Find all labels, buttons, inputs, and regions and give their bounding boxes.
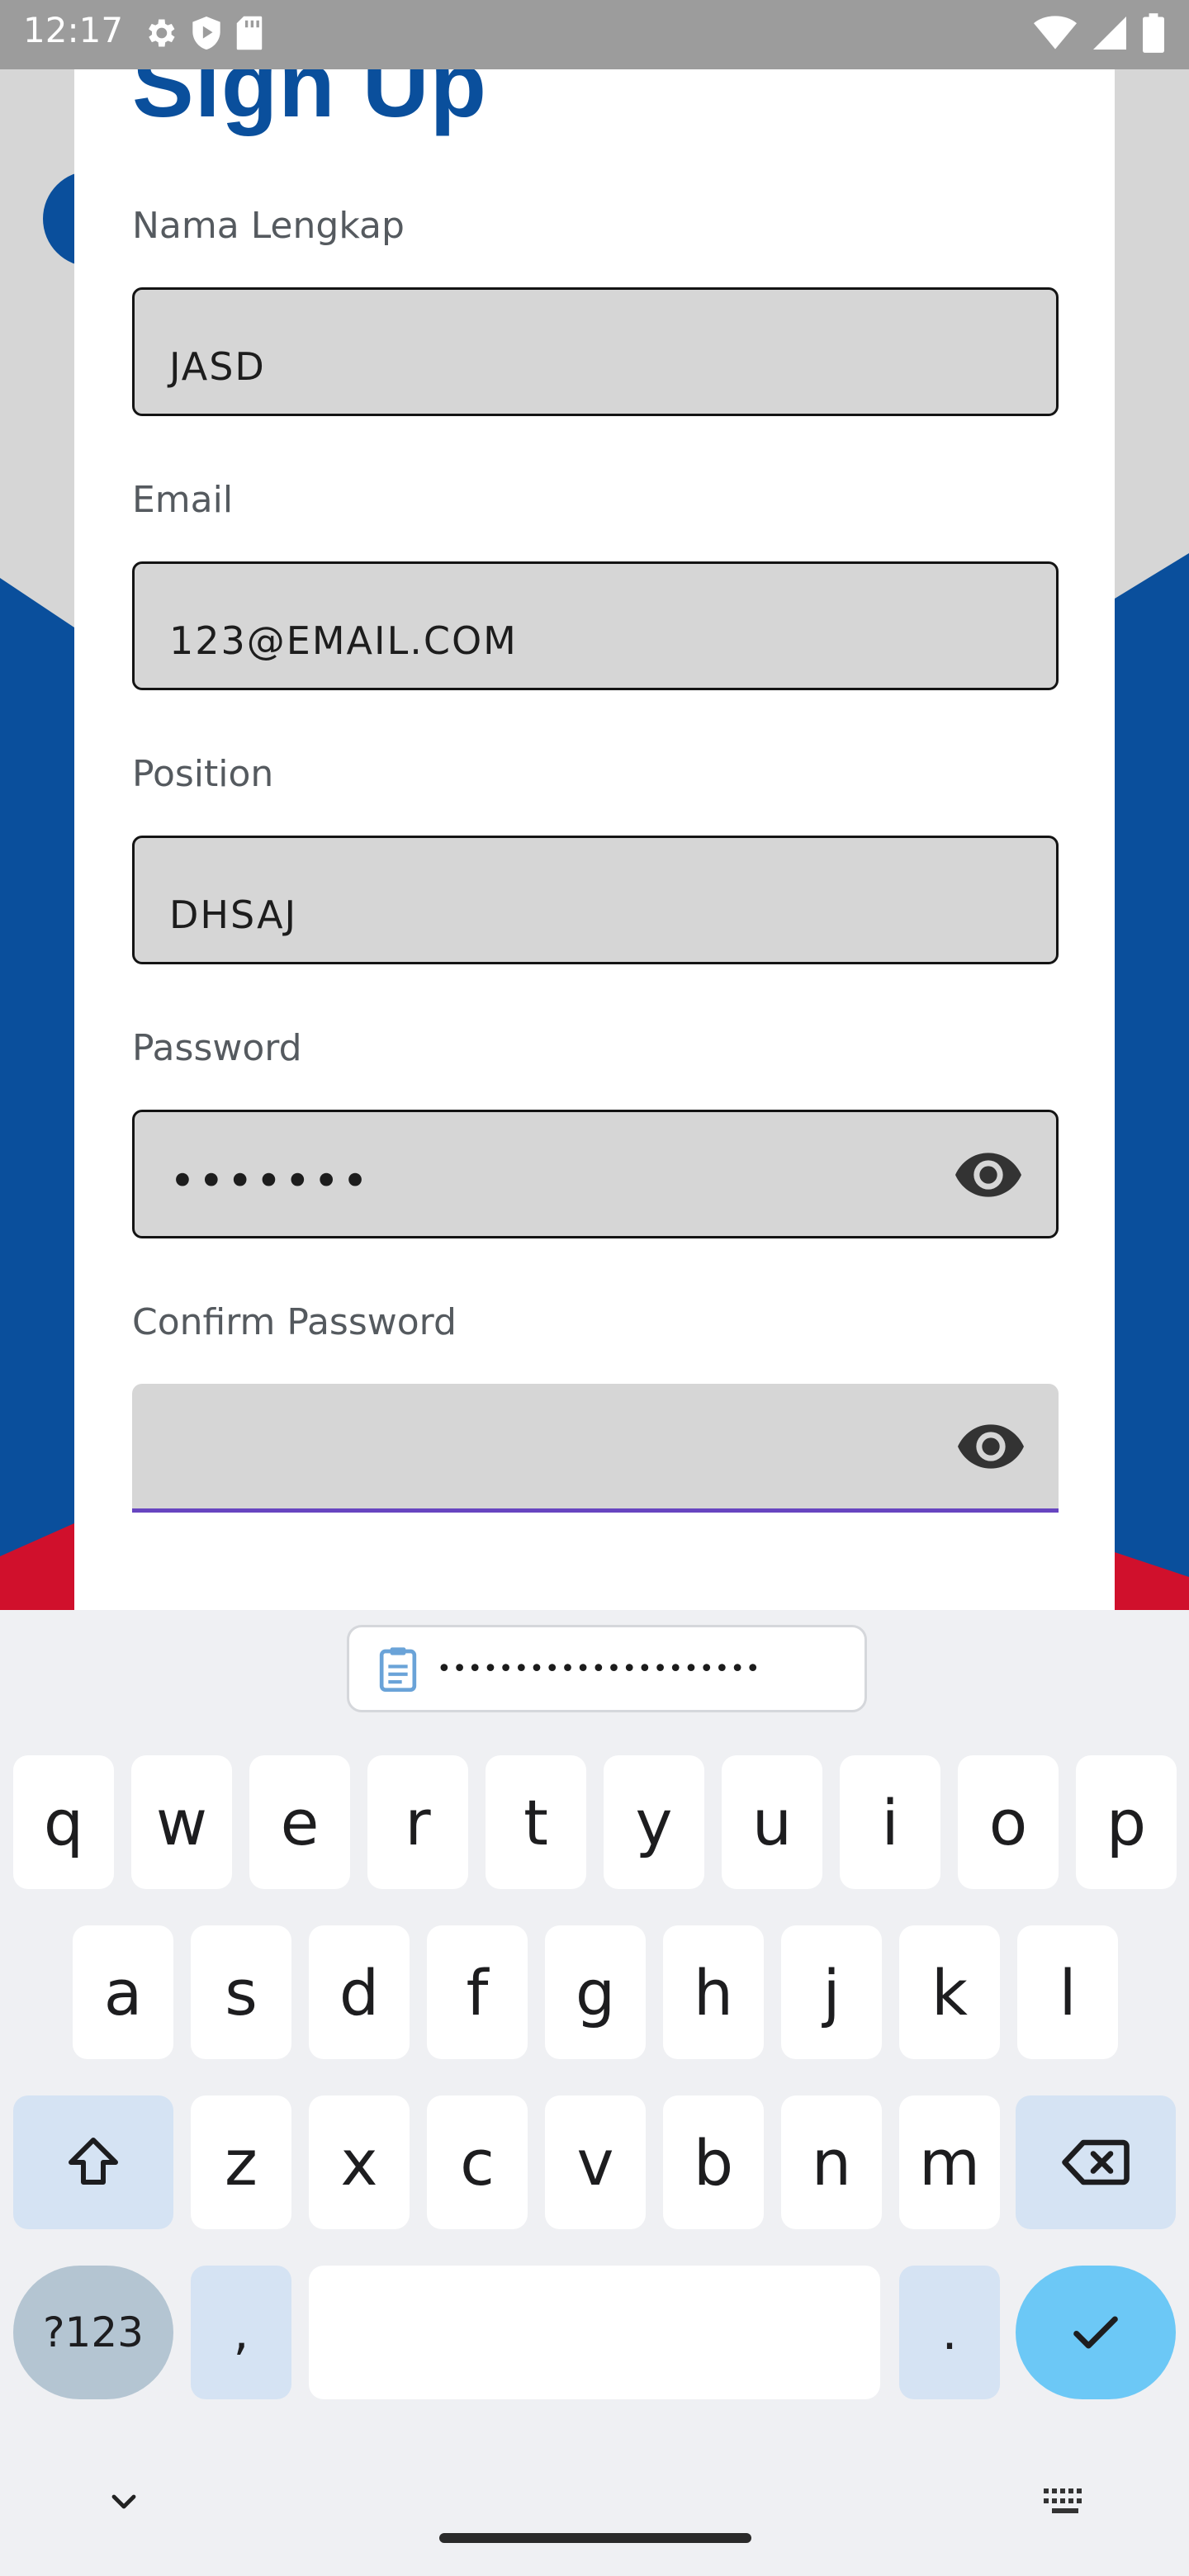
key-l[interactable]: l bbox=[1017, 1925, 1118, 2059]
key-q[interactable]: q bbox=[13, 1755, 114, 1889]
status-system-icons bbox=[1034, 13, 1164, 53]
key-a[interactable]: a bbox=[73, 1925, 173, 2059]
email-value: 123@EMAIL.COM bbox=[169, 618, 518, 663]
key-j[interactable]: j bbox=[781, 1925, 882, 2059]
status-time: 12:17 bbox=[23, 10, 124, 50]
key-g[interactable]: g bbox=[545, 1925, 646, 2059]
clipboard-suggestion[interactable]: ••••••••••••••••••••• bbox=[347, 1625, 867, 1712]
key-x[interactable]: x bbox=[309, 2095, 410, 2229]
password-label: Password bbox=[132, 1027, 302, 1069]
eye-icon[interactable] bbox=[958, 1423, 1024, 1470]
space-key[interactable] bbox=[309, 2266, 880, 2399]
keyboard-icon[interactable] bbox=[1042, 2485, 1088, 2518]
key-n[interactable]: n bbox=[781, 2095, 882, 2229]
full-name-field[interactable]: JASD bbox=[132, 287, 1059, 416]
key-h[interactable]: h bbox=[663, 1925, 764, 2059]
position-value: DHSAJ bbox=[169, 893, 298, 937]
cellular-signal-icon bbox=[1093, 17, 1126, 50]
key-s[interactable]: s bbox=[191, 1925, 291, 2059]
status-bar: 12:17 bbox=[0, 0, 1189, 69]
full-name-label: Nama Lengkap bbox=[132, 205, 405, 247]
key-r[interactable]: r bbox=[367, 1755, 468, 1889]
key-p[interactable]: p bbox=[1076, 1755, 1177, 1889]
confirm-password-field[interactable] bbox=[132, 1384, 1059, 1513]
navigation-bar bbox=[0, 2436, 1189, 2576]
signup-card: Sign Up Nama Lengkap JASD Email 123@EMAI… bbox=[74, 0, 1115, 1610]
comma-key[interactable]: , bbox=[191, 2266, 291, 2399]
eye-icon[interactable] bbox=[955, 1152, 1021, 1198]
status-notification-icons bbox=[142, 15, 264, 51]
key-b[interactable]: b bbox=[663, 2095, 764, 2229]
battery-icon bbox=[1143, 13, 1164, 53]
checkmark-icon bbox=[1073, 2316, 1118, 2349]
key-k[interactable]: k bbox=[899, 1925, 1000, 2059]
key-y[interactable]: y bbox=[604, 1755, 704, 1889]
shift-key[interactable] bbox=[13, 2095, 173, 2229]
backspace-key[interactable] bbox=[1016, 2095, 1176, 2229]
position-label: Position bbox=[132, 753, 274, 795]
sd-card-icon bbox=[236, 16, 263, 50]
key-z[interactable]: z bbox=[191, 2095, 291, 2229]
password-field[interactable]: ••••••• bbox=[132, 1110, 1059, 1238]
key-v[interactable]: v bbox=[545, 2095, 646, 2229]
full-name-value: JASD bbox=[169, 344, 266, 389]
wifi-icon bbox=[1034, 16, 1077, 50]
soft-keyboard: ••••••••••••••••••••• q w e r t y u i o … bbox=[0, 1610, 1189, 2576]
key-u[interactable]: u bbox=[722, 1755, 822, 1889]
play-protect-icon bbox=[192, 17, 220, 50]
email-label: Email bbox=[132, 479, 234, 521]
position-field[interactable]: DHSAJ bbox=[132, 836, 1059, 964]
key-o[interactable]: o bbox=[958, 1755, 1059, 1889]
clipboard-icon bbox=[379, 1647, 417, 1692]
key-m[interactable]: m bbox=[899, 2095, 1000, 2229]
key-f[interactable]: f bbox=[427, 1925, 528, 2059]
backspace-icon bbox=[1062, 2139, 1130, 2185]
key-w[interactable]: w bbox=[131, 1755, 232, 1889]
chevron-down-icon[interactable] bbox=[104, 2482, 144, 2522]
enter-key[interactable] bbox=[1016, 2266, 1176, 2399]
confirm-password-label: Confirm Password bbox=[132, 1301, 457, 1343]
email-field[interactable]: 123@EMAIL.COM bbox=[132, 561, 1059, 690]
bg-blue-left bbox=[0, 578, 74, 1610]
bg-blue-right bbox=[1115, 553, 1189, 1610]
key-i[interactable]: i bbox=[840, 1755, 940, 1889]
key-d[interactable]: d bbox=[309, 1925, 410, 2059]
clipboard-text: ••••••••••••••••••••• bbox=[437, 1654, 761, 1683]
gear-icon bbox=[149, 19, 175, 47]
password-value: ••••••• bbox=[169, 1155, 371, 1207]
shift-icon bbox=[69, 2138, 118, 2185]
key-t[interactable]: t bbox=[486, 1755, 586, 1889]
period-key[interactable]: . bbox=[899, 2266, 1000, 2399]
symbols-key[interactable]: ?123 bbox=[13, 2266, 173, 2399]
key-e[interactable]: e bbox=[249, 1755, 350, 1889]
key-c[interactable]: c bbox=[427, 2095, 528, 2229]
home-handle[interactable] bbox=[439, 2533, 751, 2543]
